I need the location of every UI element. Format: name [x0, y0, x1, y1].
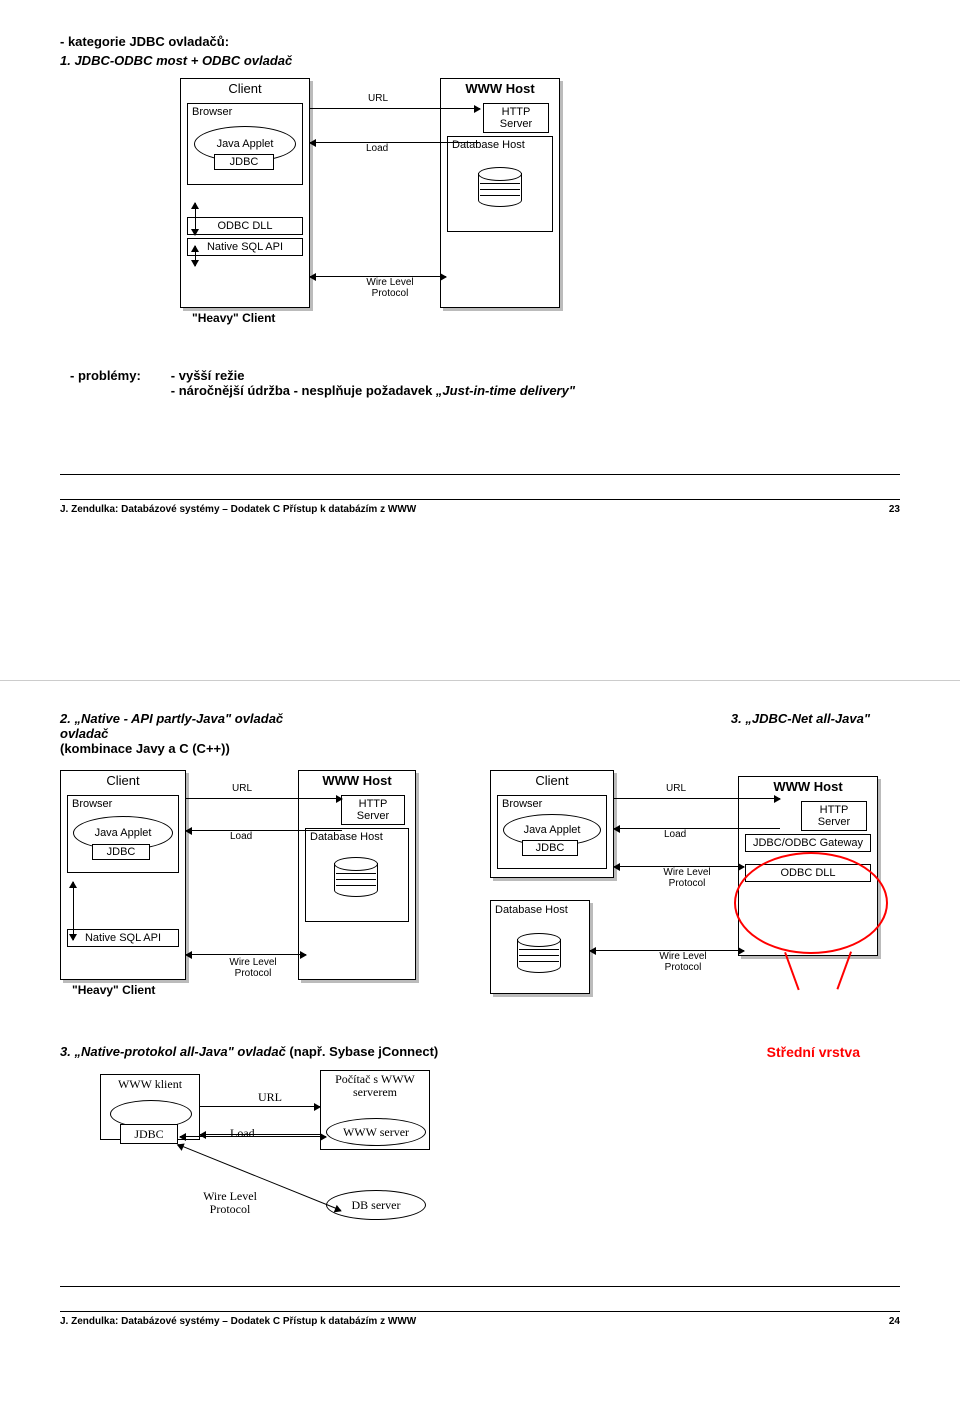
- wire-label1: Wire Level Protocol: [360, 278, 420, 299]
- simple-arrow-ws: [180, 1136, 326, 1137]
- left-www-host-title: WWW Host: [299, 771, 415, 792]
- left-wire-label: Wire Level Protocol: [224, 958, 282, 979]
- simple-jdbc-box: JDBC: [120, 1124, 178, 1144]
- h2-jdbc-net: 3. „JDBC-Net all-Java": [731, 711, 870, 756]
- left-http-box: HTTP Server: [341, 795, 405, 825]
- right-gateway-box: JDBC/ODBC Gateway: [745, 834, 871, 852]
- simple-jdbc-label: JDBC: [134, 1127, 163, 1141]
- client-box: Client Browser Java Applet JDBC ODBC DLL…: [180, 78, 310, 308]
- right-arrow-wire2: [590, 950, 744, 951]
- left-www-host: WWW Host HTTP Server Database Host: [298, 770, 416, 980]
- right-arrow-load: [614, 828, 780, 829]
- right-http-label: HTTP Server: [818, 804, 850, 828]
- simple-wwwserver: WWW server: [326, 1118, 426, 1146]
- load-label: Load: [366, 144, 388, 155]
- right-http-box: HTTP Server: [801, 801, 867, 831]
- left-client-title: Client: [61, 771, 185, 792]
- native-sql-box: Native SQL API: [187, 238, 303, 256]
- left-applet-label: Java Applet: [95, 827, 152, 839]
- left-arrow-load: [186, 830, 342, 831]
- right-db-host-label: Database Host: [491, 901, 589, 919]
- www-host-box: WWW Host HTTP Server Database Host: [440, 78, 560, 308]
- h2-native-api: 2. „Native - API partly-Java" ovladač: [60, 711, 283, 726]
- right-load-label: Load: [664, 830, 686, 841]
- right-url-label: URL: [666, 784, 686, 795]
- arrow-load: [310, 142, 480, 143]
- right-browser-label: Browser: [502, 798, 542, 810]
- arrow-browser-odbc: [195, 203, 196, 235]
- arrow-url: [310, 108, 480, 109]
- right-cylinder: [517, 933, 561, 973]
- red-connector-1: [784, 952, 800, 990]
- right-jdbc-label: JDBC: [536, 842, 565, 854]
- cylinder-icon: [478, 167, 522, 207]
- right-client-title: Client: [491, 771, 613, 792]
- left-jdbc-label: JDBC: [107, 846, 136, 858]
- page1-footer: J. Zendulka: Databázové systémy – Dodate…: [60, 504, 416, 515]
- heavy-client-label: "Heavy" Client: [192, 312, 275, 325]
- simple-dbserver-label: DB server: [352, 1198, 401, 1213]
- h2-combi: (kombinace Javy a C (C++)): [60, 741, 283, 756]
- left-native-sql: Native SQL API: [67, 929, 179, 947]
- http-label: HTTP Server: [500, 106, 532, 130]
- left-heavy: "Heavy" Client: [72, 984, 155, 997]
- right-wire1-label: Wire Level Protocol: [658, 868, 716, 889]
- simple-klient-label: WWW klient: [101, 1077, 199, 1092]
- simple-arrow-url: [200, 1106, 320, 1107]
- simple-dbserver: DB server: [326, 1190, 426, 1220]
- right-jdbc-box: JDBC: [522, 840, 578, 856]
- right-browser-box: Browser Java Applet JDBC: [497, 795, 607, 869]
- right-wire2-label: Wire Level Protocol: [654, 952, 712, 973]
- url-label: URL: [368, 94, 388, 105]
- problems-lead: - problémy:: [70, 368, 141, 398]
- red-connector-2: [836, 951, 852, 989]
- client-title: Client: [181, 79, 309, 100]
- browser-label: Browser: [192, 106, 232, 118]
- http-server-box: HTTP Server: [483, 103, 549, 133]
- left-load-label: Load: [230, 832, 252, 843]
- right-db-host: Database Host: [490, 900, 590, 994]
- red-label: Střední vrstva: [767, 1044, 860, 1060]
- page2-footer: J. Zendulka: Databázové systémy – Dodate…: [60, 1316, 416, 1327]
- simple-wire-label: Wire Level Protocol: [190, 1190, 270, 1216]
- heading-categories: - kategorie JDBC ovladačů:: [60, 34, 900, 49]
- db-host-box: Database Host: [447, 136, 553, 232]
- left-client-box: Client Browser Java Applet JDBC Native S…: [60, 770, 186, 980]
- left-jdbc-box: JDBC: [92, 844, 150, 860]
- problem-a: - vyšší režie: [171, 368, 575, 383]
- right-arrow-wire1: [614, 866, 744, 867]
- left-arrow-wire: [186, 954, 306, 955]
- right-www-host-title: WWW Host: [739, 777, 877, 798]
- right-client-box: Client Browser Java Applet JDBC: [490, 770, 614, 878]
- arrow-odbc-native: [195, 246, 196, 266]
- db-host-label: Database Host: [452, 139, 548, 151]
- right-applet-label: Java Applet: [524, 824, 581, 836]
- simple-url: URL: [258, 1090, 282, 1105]
- left-http-label: HTTP Server: [357, 798, 389, 822]
- jdbc-label: JDBC: [230, 156, 259, 168]
- left-arrow-internal: [73, 882, 74, 940]
- red-highlight-ellipse: [734, 852, 888, 954]
- page2-number: 24: [889, 1316, 900, 1327]
- arrow-wire1: [310, 276, 446, 277]
- h2-native-api-b: ovladač: [60, 726, 283, 741]
- right-arrow-url: [614, 798, 780, 799]
- simple-wwwserver-label: WWW server: [343, 1125, 409, 1140]
- jdbc-box: JDBC: [214, 154, 274, 170]
- simple-arrow-load: [200, 1134, 320, 1135]
- page1-number: 23: [889, 504, 900, 515]
- left-browser-label: Browser: [72, 798, 112, 810]
- left-db-host-label: Database Host: [310, 831, 404, 843]
- heading-item1: 1. JDBC-ODBC most + ODBC ovladač: [60, 53, 900, 68]
- left-db-host: Database Host: [305, 828, 409, 922]
- left-url-label: URL: [232, 784, 252, 795]
- left-arrow-url: [186, 798, 342, 799]
- www-host-title: WWW Host: [441, 79, 559, 100]
- simple-pc-label: Počítač s WWW serverem: [321, 1073, 429, 1099]
- applet-label: Java Applet: [217, 138, 274, 150]
- left-browser-box: Browser Java Applet JDBC: [67, 795, 179, 873]
- odbc-dll-box: ODBC DLL: [187, 217, 303, 235]
- browser-box: Browser Java Applet JDBC: [187, 103, 303, 185]
- left-cylinder: [334, 857, 378, 897]
